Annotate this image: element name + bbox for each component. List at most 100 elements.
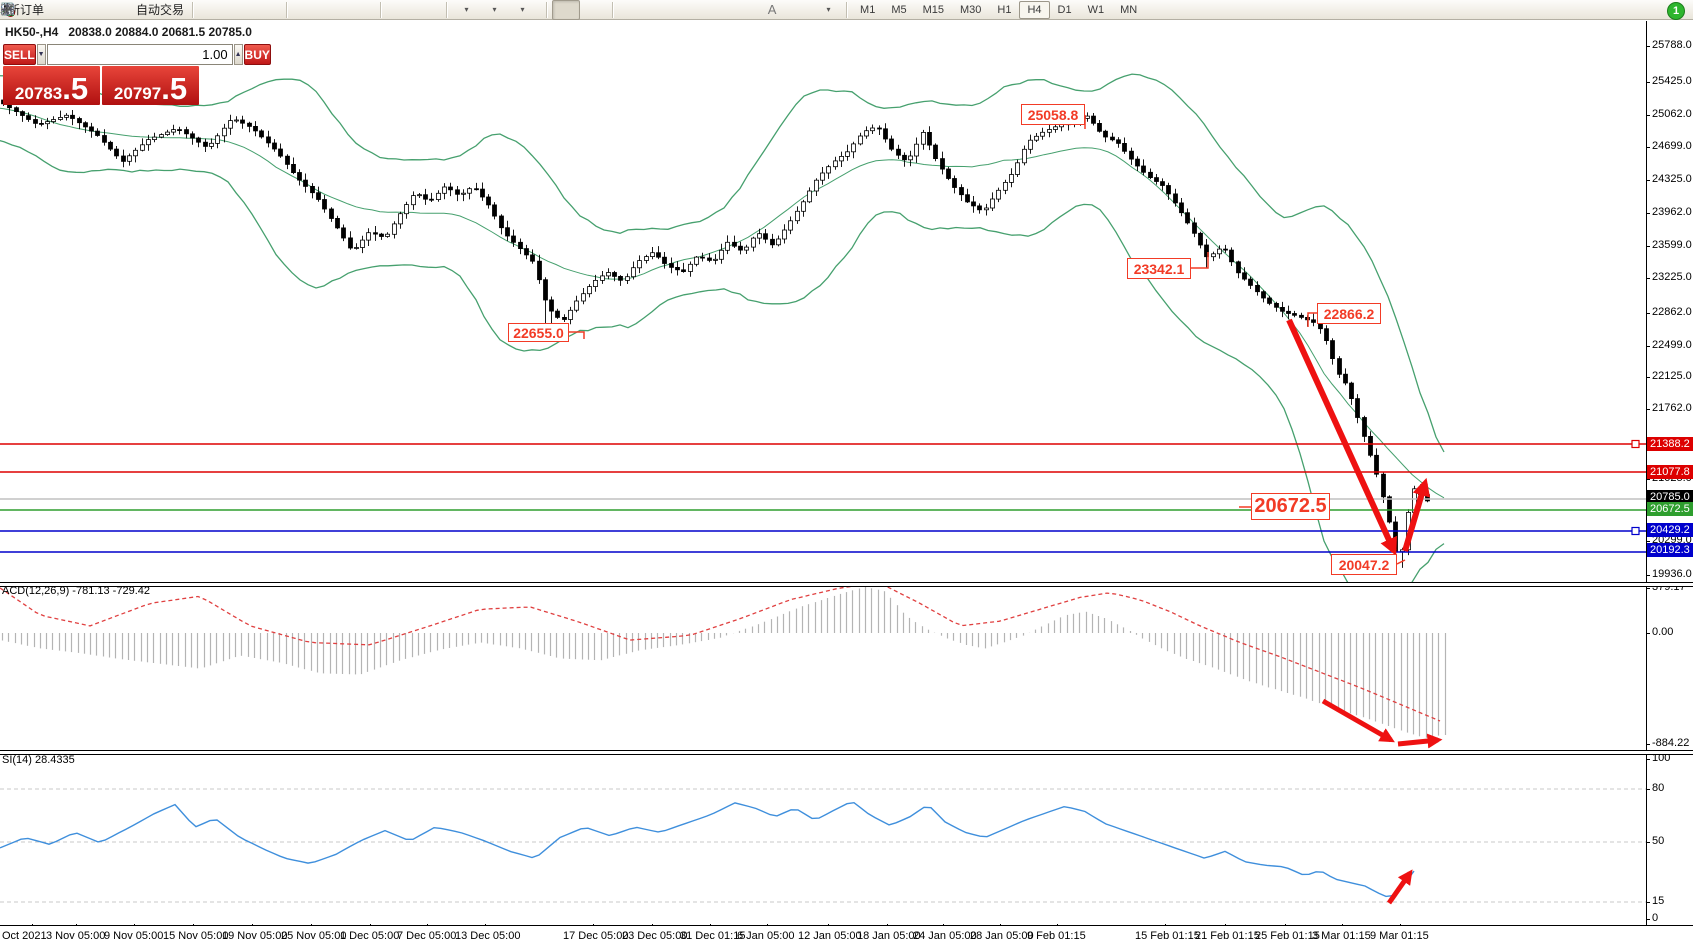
chart-shift-button[interactable] — [386, 0, 414, 20]
candle-body — [708, 258, 712, 260]
volume-down-button[interactable]: ▼ — [37, 44, 46, 65]
candle-body — [783, 230, 787, 239]
templates-button[interactable]: ▾ — [508, 0, 536, 20]
band-lower — [0, 138, 1444, 582]
timeframe-M5[interactable]: M5 — [883, 1, 914, 19]
text-tool-icon: A — [768, 2, 777, 17]
candle-body — [739, 246, 743, 250]
cursor-tool-button[interactable] — [552, 0, 580, 20]
periods-button[interactable]: ▾ — [480, 0, 508, 20]
channel-tool-button[interactable]: E — [702, 0, 730, 20]
timeframe-M15[interactable]: M15 — [915, 1, 952, 19]
candle-body — [771, 239, 775, 245]
candle-body — [1382, 474, 1386, 497]
candle-body — [1098, 123, 1102, 131]
zoom-in-button[interactable] — [292, 0, 320, 20]
tile-windows-button[interactable] — [348, 0, 376, 20]
buy-price[interactable]: 20797 .5 — [102, 66, 199, 105]
price-callout[interactable]: 20047.2 — [1331, 554, 1397, 575]
signal-button[interactable] — [104, 0, 132, 20]
quotes-button[interactable] — [48, 0, 76, 20]
price-axis-tick: 21762.0 — [1652, 402, 1692, 414]
candle-body — [1136, 159, 1140, 166]
timeframe-H4[interactable]: H4 — [1019, 1, 1049, 19]
price-line-label[interactable]: 20672.5 — [1647, 502, 1693, 516]
buy-button[interactable]: BUY — [244, 44, 271, 65]
pane-separator[interactable] — [0, 750, 1693, 755]
price-callout[interactable]: 20672.5 — [1251, 493, 1330, 520]
candle-body — [1224, 249, 1228, 250]
volume-input[interactable] — [47, 44, 233, 65]
time-axis-label: 6 Jan 05:00 — [737, 930, 795, 942]
sell-price[interactable]: 20783 .5 — [3, 66, 100, 105]
candle-body — [412, 196, 416, 205]
price-line-label[interactable]: 20192.3 — [1647, 543, 1693, 557]
price-callout[interactable]: 23342.1 — [1127, 258, 1191, 279]
price-callout[interactable]: 22655.0 — [508, 323, 569, 342]
price-line-label[interactable]: 21077.8 — [1647, 465, 1693, 479]
dropdown-caret-icon: ▾ — [493, 5, 497, 14]
text-label-tool-button[interactable]: T — [786, 0, 814, 20]
bar-chart-button[interactable] — [198, 0, 226, 20]
rsi-chart-canvas[interactable] — [0, 754, 1646, 925]
candle-body — [978, 206, 982, 210]
timeframe-W1[interactable]: W1 — [1080, 1, 1113, 19]
candle-body — [506, 228, 510, 236]
trendline-tool-button[interactable] — [674, 0, 702, 20]
timeframe-M1[interactable]: M1 — [852, 1, 883, 19]
chart-window-button[interactable] — [76, 0, 104, 20]
timeframe-H1[interactable]: H1 — [989, 1, 1019, 19]
time-axis-label: 15 Nov 05:00 — [163, 930, 228, 942]
candle-body — [1130, 151, 1134, 159]
candlestick-chart-button[interactable] — [226, 0, 254, 20]
candle-body — [40, 123, 44, 124]
price-line-label[interactable]: 20429.2 — [1647, 523, 1693, 537]
candle-body — [701, 257, 705, 258]
fibonacci-tool-button[interactable]: F — [730, 0, 758, 20]
auto-scroll-button[interactable] — [414, 0, 442, 20]
zoom-out-button[interactable] — [320, 0, 348, 20]
one-click-trading-panel: SELL ▼ ▲ BUY 20783 .5 20797 .5 — [3, 44, 199, 105]
timeframe-M30[interactable]: M30 — [952, 1, 989, 19]
sell-price-frac: .5 — [62, 73, 88, 104]
price-callout[interactable]: 22866.2 — [1317, 303, 1381, 324]
candle-body — [197, 138, 201, 142]
indicators-button[interactable]: ▾ — [452, 0, 480, 20]
price-callout[interactable]: 25058.8 — [1021, 104, 1085, 125]
auto-trading-button[interactable]: 自动交易 — [132, 0, 188, 20]
candle-body — [216, 136, 220, 144]
text-tool-button[interactable]: A — [758, 0, 786, 20]
candle-body — [865, 131, 869, 136]
candle-body — [1174, 194, 1178, 203]
arrows-tool-button[interactable]: ▾ — [814, 0, 842, 20]
spinner-up-icon: ▲ — [235, 51, 242, 58]
crosshair-tool-button[interactable] — [580, 0, 608, 20]
volume-up-button[interactable]: ▲ — [234, 44, 243, 65]
price-line-label[interactable]: 21388.2 — [1647, 437, 1693, 451]
price-axis-tick: 22862.0 — [1652, 306, 1692, 318]
candle-body — [619, 276, 623, 280]
candle-body — [1268, 298, 1272, 303]
candle-body — [317, 193, 321, 200]
sell-button[interactable]: SELL — [3, 44, 36, 65]
price-chart-canvas[interactable] — [0, 21, 1646, 582]
notification-badge[interactable]: 1 — [1667, 2, 1685, 20]
chart-header: HK50-,H420838.0 20884.0 20681.5 20785.0 — [5, 25, 252, 39]
candle-body — [1054, 127, 1058, 130]
macd-chart-canvas[interactable] — [0, 586, 1646, 750]
candle-body — [52, 120, 56, 122]
candle-body — [361, 240, 365, 247]
candle-body — [960, 188, 964, 195]
candle-body — [103, 136, 107, 143]
candle-body — [1262, 292, 1266, 298]
vertical-line-tool-button[interactable] — [618, 0, 646, 20]
horizontal-line-tool-button[interactable] — [646, 0, 674, 20]
candle-body — [670, 264, 674, 268]
pane-separator[interactable] — [0, 582, 1693, 587]
timeframe-D1[interactable]: D1 — [1050, 1, 1080, 19]
candle-body — [298, 173, 302, 181]
candle-body — [525, 249, 529, 255]
line-chart-button[interactable] — [254, 0, 282, 20]
candle-body — [59, 117, 63, 119]
timeframe-MN[interactable]: MN — [1112, 1, 1145, 19]
